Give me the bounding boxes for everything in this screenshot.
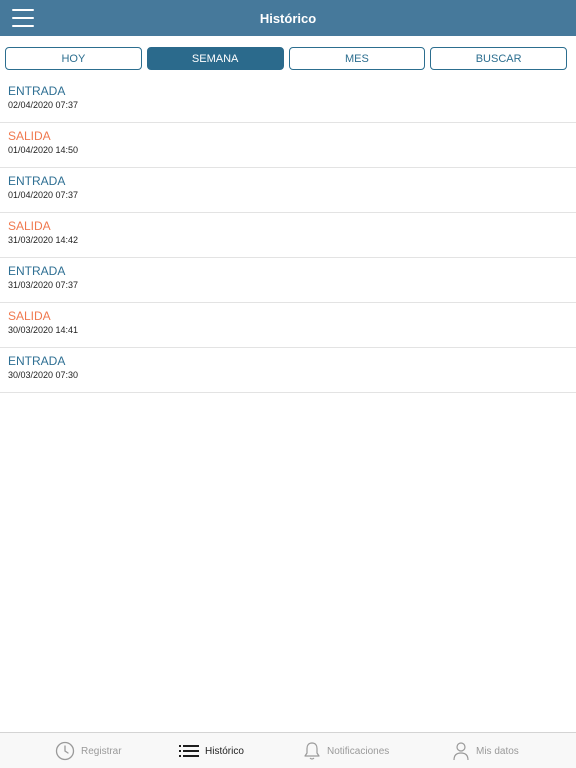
record-type: SALIDA — [8, 309, 51, 323]
record-datetime: 30/03/2020 07:30 — [8, 370, 79, 380]
record-type: ENTRADA — [8, 264, 66, 278]
bell-icon — [304, 742, 320, 760]
tabbar-item-registrar[interactable]: Registrar — [55, 733, 122, 768]
record-datetime: 01/04/2020 07:37 — [8, 190, 79, 200]
list-item[interactable]: ENTRADA 31/03/2020 07:37 — [0, 258, 576, 303]
tabbar-label: Histórico — [205, 745, 244, 757]
record-datetime: 30/03/2020 14:41 — [8, 325, 79, 335]
record-type: SALIDA — [8, 129, 51, 143]
list-item[interactable]: SALIDA 01/04/2020 14:50 — [0, 123, 576, 168]
tabbar-item-historico[interactable]: Histórico — [179, 733, 244, 768]
record-datetime: 31/03/2020 14:42 — [8, 235, 79, 245]
tab-mes[interactable]: MES — [288, 47, 426, 70]
clock-icon — [55, 741, 75, 761]
tabbar-label: Notificaciones — [327, 745, 390, 757]
tabbar-label: Registrar — [81, 745, 122, 757]
tab-semana[interactable]: SEMANA — [146, 47, 284, 70]
history-list: ENTRADA 02/04/2020 07:37 SALIDA 01/04/20… — [0, 78, 576, 393]
bottom-tab-bar: Registrar Histórico Notificaciones Mis d… — [0, 732, 576, 768]
record-datetime: 01/04/2020 14:50 — [8, 145, 79, 155]
list-icon — [179, 745, 199, 757]
top-navigation-bar: Histórico — [0, 0, 576, 36]
tabbar-item-mis-datos[interactable]: Mis datos — [452, 733, 519, 768]
hamburger-menu-icon[interactable] — [12, 9, 34, 27]
record-type: ENTRADA — [8, 174, 66, 188]
list-item[interactable]: SALIDA 30/03/2020 14:41 — [0, 303, 576, 348]
period-tabs: HOY SEMANA MES BUSCAR — [5, 47, 567, 70]
list-item[interactable]: SALIDA 31/03/2020 14:42 — [0, 213, 576, 258]
record-type: ENTRADA — [8, 84, 66, 98]
list-item[interactable]: ENTRADA 30/03/2020 07:30 — [0, 348, 576, 393]
tabbar-label: Mis datos — [476, 745, 519, 757]
record-datetime: 31/03/2020 07:37 — [8, 280, 79, 290]
record-datetime: 02/04/2020 07:37 — [8, 100, 79, 110]
record-type: ENTRADA — [8, 354, 66, 368]
list-item[interactable]: ENTRADA 02/04/2020 07:37 — [0, 78, 576, 123]
tab-buscar[interactable]: BUSCAR — [430, 47, 567, 70]
tabbar-item-notificaciones[interactable]: Notificaciones — [303, 733, 389, 768]
tab-hoy[interactable]: HOY — [5, 47, 142, 70]
record-type: SALIDA — [8, 219, 51, 233]
page-title: Histórico — [259, 10, 317, 26]
user-icon — [453, 742, 469, 761]
list-item[interactable]: ENTRADA 01/04/2020 07:37 — [0, 168, 576, 213]
